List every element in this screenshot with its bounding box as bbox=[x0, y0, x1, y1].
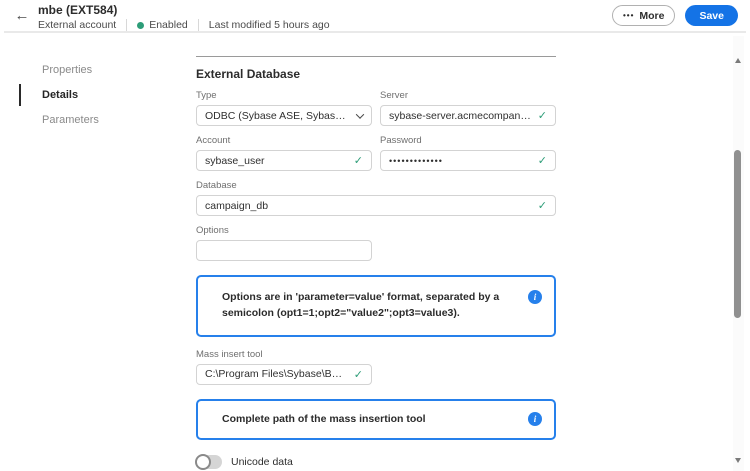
form-row: Options bbox=[196, 225, 556, 261]
account-input[interactable]: sybase_user ✓ bbox=[196, 150, 372, 171]
save-button-label: Save bbox=[699, 10, 724, 22]
back-button[interactable]: ← bbox=[12, 6, 32, 26]
server-field: Server sybase-server.acmecompany.com ✓ bbox=[380, 90, 556, 126]
account-field: Account sybase_user ✓ bbox=[196, 135, 372, 171]
info-icon: i bbox=[528, 412, 542, 426]
password-value: ••••••••••••• bbox=[389, 156, 532, 166]
account-value: sybase_user bbox=[205, 155, 348, 167]
form-row: Mass insert tool C:\Program Files\Sybase… bbox=[196, 349, 556, 385]
password-label: Password bbox=[380, 135, 556, 146]
unicode-toggle[interactable] bbox=[196, 455, 222, 469]
more-dots-icon: ••• bbox=[623, 11, 634, 20]
database-input[interactable]: campaign_db ✓ bbox=[196, 195, 556, 216]
status-badge: Enabled bbox=[149, 19, 188, 31]
save-button[interactable]: Save bbox=[685, 5, 738, 26]
sidebar-item-label: Parameters bbox=[42, 114, 99, 126]
mass-tool-info-box: Complete path of the mass insertion tool… bbox=[196, 399, 556, 441]
options-info-text: Options are in 'parameter=value' format,… bbox=[222, 290, 518, 322]
form-row: Database campaign_db ✓ bbox=[196, 180, 556, 216]
unicode-toggle-label: Unicode data bbox=[231, 455, 293, 470]
title-block: mbe (EXT584) External account Enabled La… bbox=[38, 3, 330, 31]
divider bbox=[126, 19, 127, 31]
valid-check-icon: ✓ bbox=[538, 199, 547, 212]
last-modified-text: Last modified 5 hours ago bbox=[209, 19, 330, 31]
sidebar-item-label: Details bbox=[42, 89, 78, 101]
sidebar-nav: Properties Details Parameters bbox=[0, 33, 196, 471]
scrollbar-thumb[interactable] bbox=[734, 150, 741, 318]
divider bbox=[198, 19, 199, 31]
mass-insert-tool-input[interactable]: C:\Program Files\Sybase\BulkLoad\bulkloa… bbox=[196, 364, 372, 385]
database-label: Database bbox=[196, 180, 556, 191]
form-row: Account sybase_user ✓ Password •••••••••… bbox=[196, 135, 556, 171]
details-form: External Database Type ODBC (Sybase ASE,… bbox=[196, 33, 556, 471]
database-value: campaign_db bbox=[205, 200, 532, 212]
section-title: External Database bbox=[196, 67, 556, 81]
options-label: Options bbox=[196, 225, 372, 236]
valid-check-icon: ✓ bbox=[538, 109, 547, 122]
type-label: Type bbox=[196, 90, 372, 101]
back-arrow-icon: ← bbox=[15, 7, 30, 24]
options-input[interactable] bbox=[196, 240, 372, 261]
valid-check-icon: ✓ bbox=[538, 154, 547, 167]
mass-insert-tool-field: Mass insert tool C:\Program Files\Sybase… bbox=[196, 349, 372, 385]
sidebar-item-details[interactable]: Details bbox=[19, 89, 196, 101]
valid-check-icon: ✓ bbox=[354, 154, 363, 167]
account-label: Account bbox=[196, 135, 372, 146]
sidebar-item-label: Properties bbox=[42, 64, 92, 76]
valid-check-icon: ✓ bbox=[354, 368, 363, 381]
mass-tool-info-text: Complete path of the mass insertion tool bbox=[222, 412, 518, 428]
body-row: Properties Details Parameters External D… bbox=[0, 33, 750, 471]
mass-insert-tool-value: C:\Program Files\Sybase\BulkLoad\bulkloa… bbox=[205, 368, 348, 380]
type-value: ODBC (Sybase ASE, Sybase IQ) bbox=[205, 110, 351, 122]
info-icon: i bbox=[528, 290, 542, 304]
server-input[interactable]: sybase-server.acmecompany.com ✓ bbox=[380, 105, 556, 126]
account-type-label: External account bbox=[38, 19, 116, 31]
vertical-scrollbar[interactable] bbox=[733, 36, 744, 471]
unicode-toggle-row: Unicode data bbox=[196, 455, 556, 470]
status-dot-icon bbox=[137, 22, 144, 29]
more-button-label: More bbox=[639, 10, 664, 22]
section-divider bbox=[196, 56, 556, 57]
sidebar-item-parameters[interactable]: Parameters bbox=[19, 114, 196, 126]
options-field: Options bbox=[196, 225, 372, 261]
active-indicator-bar bbox=[19, 84, 21, 106]
page-title: mbe (EXT584) bbox=[38, 3, 330, 17]
scroll-down-arrow-icon[interactable] bbox=[735, 458, 741, 463]
database-field: Database campaign_db ✓ bbox=[196, 180, 556, 216]
type-select[interactable]: ODBC (Sybase ASE, Sybase IQ) bbox=[196, 105, 372, 126]
header-actions: ••• More Save bbox=[612, 5, 738, 26]
mass-insert-tool-label: Mass insert tool bbox=[196, 349, 372, 360]
server-value: sybase-server.acmecompany.com bbox=[389, 110, 532, 122]
toggle-knob bbox=[195, 454, 211, 470]
server-label: Server bbox=[380, 90, 556, 101]
password-input[interactable]: ••••••••••••• ✓ bbox=[380, 150, 556, 171]
type-field: Type ODBC (Sybase ASE, Sybase IQ) bbox=[196, 90, 372, 126]
sidebar-item-properties[interactable]: Properties bbox=[19, 64, 196, 76]
form-row: Type ODBC (Sybase ASE, Sybase IQ) Server… bbox=[196, 90, 556, 126]
subtitle-row: External account Enabled Last modified 5… bbox=[38, 19, 330, 31]
page-header: ← mbe (EXT584) External account Enabled … bbox=[0, 0, 750, 33]
more-button[interactable]: ••• More bbox=[612, 5, 676, 26]
chevron-down-icon bbox=[356, 110, 364, 118]
password-field: Password ••••••••••••• ✓ bbox=[380, 135, 556, 171]
scroll-up-arrow-icon[interactable] bbox=[735, 58, 741, 63]
external-account-page: ← mbe (EXT584) External account Enabled … bbox=[0, 0, 750, 471]
options-info-box: Options are in 'parameter=value' format,… bbox=[196, 275, 556, 337]
